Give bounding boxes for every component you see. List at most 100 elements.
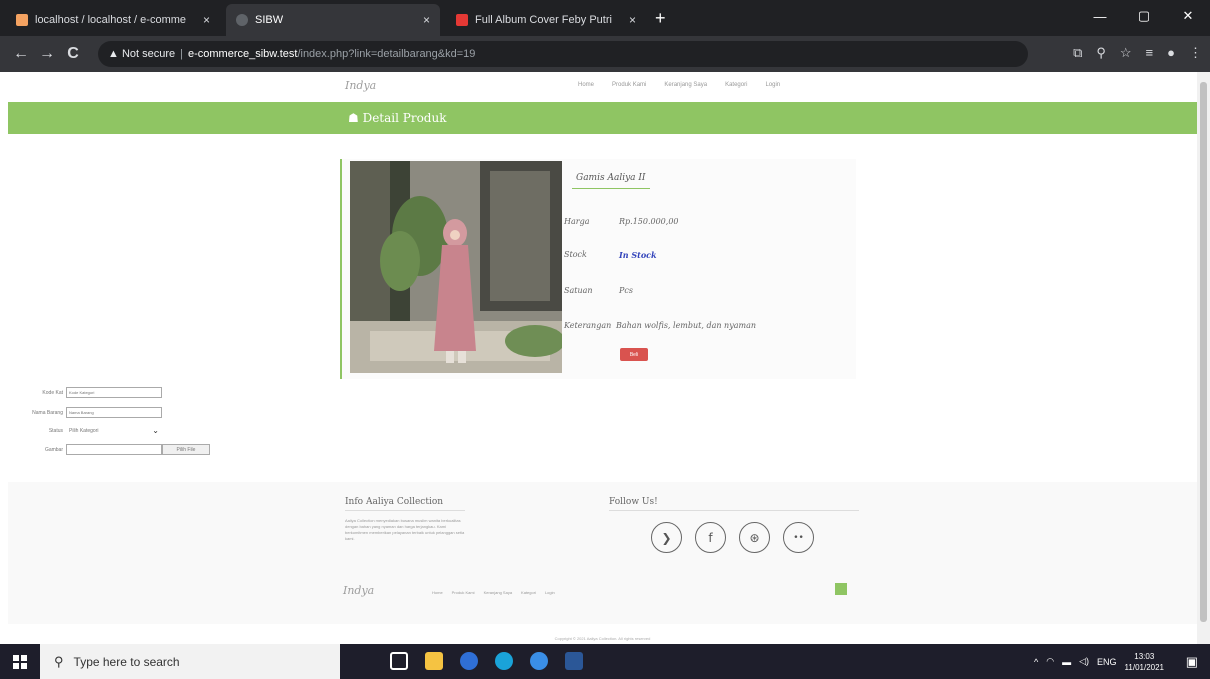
price-value: Rp.150.000,00 xyxy=(619,217,679,226)
reading-list-icon[interactable]: ≡ xyxy=(1146,45,1154,61)
close-tab-icon[interactable]: × xyxy=(423,13,430,27)
file-path-field[interactable] xyxy=(66,444,162,455)
minimize-button[interactable]: — xyxy=(1078,0,1122,32)
footer-about-text: Aaliya Collection menyediakan busana mus… xyxy=(345,518,465,541)
product-name: Gamis Aaliya II xyxy=(572,173,650,189)
bookmark-star-icon[interactable]: ☆ xyxy=(1120,45,1132,61)
taskbar-search[interactable]: ⚲ Type here to search xyxy=(40,644,340,679)
close-tab-icon[interactable]: × xyxy=(203,13,210,27)
notification-icon[interactable]: ▣ xyxy=(1186,654,1198,670)
field-label: Kode Kat xyxy=(42,390,63,396)
page-viewport: Indya Home Produk Kami Keranjang Saya Ka… xyxy=(0,72,1197,644)
twitter-icon[interactable]: ❯ xyxy=(651,522,682,553)
clock-time: 13:03 xyxy=(1134,651,1155,661)
price-label: Harga xyxy=(564,217,590,226)
word-icon[interactable] xyxy=(565,652,583,670)
translate-icon[interactable]: ⧉ xyxy=(1073,45,1082,61)
footer-link-category[interactable]: Kategori xyxy=(521,590,536,595)
edge-icon[interactable] xyxy=(495,652,513,670)
tray-chevron-icon[interactable]: ^ xyxy=(1034,657,1038,667)
browser-toolbar-icons: ⧉ ⚲ ☆ ≡ ● ⋮ xyxy=(1073,45,1202,61)
back-button[interactable]: ← xyxy=(8,45,34,63)
volume-icon[interactable]: ◁) xyxy=(1079,656,1089,667)
clock-date: 11/01/2021 xyxy=(1124,662,1164,672)
footer-logo[interactable]: Indya xyxy=(343,584,374,597)
stock-label: Stock xyxy=(564,250,587,259)
browser-tab-strip: localhost / localhost / e-comme × SIBW ×… xyxy=(0,0,1210,36)
network-icon[interactable]: ◠ xyxy=(1046,656,1054,667)
status-select-value: Pilih Kategori xyxy=(69,427,99,434)
status-select[interactable]: Pilih Kategori ⌄ xyxy=(66,425,162,436)
flickr-icon[interactable]: •• xyxy=(783,522,814,553)
zoom-icon[interactable]: ⚲ xyxy=(1096,45,1106,61)
menu-kebab-icon[interactable]: ⋮ xyxy=(1189,45,1202,61)
battery-icon[interactable]: ▬ xyxy=(1062,657,1071,667)
file-explorer-icon[interactable] xyxy=(425,652,443,670)
phpmyadmin-favicon-icon xyxy=(16,14,28,26)
not-secure-indicator[interactable]: ▲ Not secure xyxy=(108,48,175,60)
field-label: Gambar xyxy=(44,447,63,453)
reload-button[interactable]: C xyxy=(60,45,86,63)
windows-taskbar: ⚲ Type here to search ^ ◠ ▬ ◁) ENG 13:03… xyxy=(0,644,1210,679)
address-bar[interactable]: ▲ Not secure | e-commerce_sibw.test /ind… xyxy=(98,41,1028,67)
page-scrollbar[interactable] xyxy=(1197,72,1210,644)
tray-language[interactable]: ENG xyxy=(1097,657,1117,667)
footer-link-products[interactable]: Produk Kami xyxy=(452,590,475,595)
new-tab-button[interactable]: + xyxy=(655,8,666,29)
footer-link-login[interactable]: Login xyxy=(545,590,555,595)
footer-follow-title: Follow Us! xyxy=(609,497,658,507)
copyright-text: Copyright © 2021 Aaliya Collection. All … xyxy=(554,636,651,641)
product-image xyxy=(350,161,562,373)
browser-tab-phpmyadmin[interactable]: localhost / localhost / e-comme × xyxy=(6,4,220,36)
sibw-favicon-icon xyxy=(236,14,248,26)
description-value: Bahan wolfis, lembut, dan nyaman xyxy=(616,321,757,330)
facebook-icon[interactable]: f xyxy=(695,522,726,553)
site-logo[interactable]: Indya xyxy=(345,79,376,92)
choose-file-button[interactable]: Pilih File xyxy=(162,444,210,455)
chrome-taskbar-icon[interactable] xyxy=(460,652,478,670)
stock-value: In Stock xyxy=(619,250,657,260)
nav-item-cart[interactable]: Keranjang Saya xyxy=(664,82,707,88)
address-host: e-commerce_sibw.test xyxy=(188,48,298,60)
profile-avatar-icon[interactable]: ● xyxy=(1167,45,1175,61)
back-to-top-button[interactable] xyxy=(835,583,847,595)
browser-tab-youtube[interactable]: Full Album Cover Feby Putri × xyxy=(446,4,646,36)
browser-tab-sibw[interactable]: SIBW × xyxy=(226,4,440,36)
page-banner: ☗ Detail Produk xyxy=(8,102,1197,134)
footer-links: Home Produk Kami Keranjang Saya Kategori… xyxy=(432,590,555,595)
product-detail-card: Gamis Aaliya II Harga Rp.150.000,00 Stoc… xyxy=(340,159,856,379)
buy-button[interactable]: Beli xyxy=(620,348,648,361)
windows-logo-icon xyxy=(13,654,27,669)
footer-about-title: Info Aaliya Collection xyxy=(345,497,444,507)
window-controls: — ▢ ✕ xyxy=(1078,0,1210,32)
task-view-icon[interactable] xyxy=(390,652,408,670)
chevron-down-icon: ⌄ xyxy=(152,426,159,435)
address-separator: | xyxy=(180,48,183,60)
page-title: ☗ Detail Produk xyxy=(348,111,447,125)
site-footer: Info Aaliya Collection Aaliya Collection… xyxy=(8,482,1197,641)
nav-item-category[interactable]: Kategori xyxy=(725,82,747,88)
code-input[interactable] xyxy=(66,387,162,398)
maximize-button[interactable]: ▢ xyxy=(1122,0,1166,32)
footer-link-home[interactable]: Home xyxy=(432,590,443,595)
close-tab-icon[interactable]: × xyxy=(629,13,636,27)
footer-link-cart[interactable]: Keranjang Saya xyxy=(484,590,512,595)
nav-item-products[interactable]: Produk Kami xyxy=(612,82,646,88)
scrollbar-thumb[interactable] xyxy=(1200,82,1207,622)
close-window-button[interactable]: ✕ xyxy=(1166,0,1210,32)
taskbar-clock[interactable]: 13:03 11/01/2021 xyxy=(1125,651,1164,673)
pinterest-icon[interactable]: ⊛ xyxy=(739,522,770,553)
address-path: /index.php?link=detailbarang&kd=19 xyxy=(297,48,476,60)
unit-label: Satuan xyxy=(564,286,593,295)
nav-item-login[interactable]: Login xyxy=(765,82,780,88)
start-button[interactable] xyxy=(0,644,40,679)
youtube-favicon-icon xyxy=(456,14,468,26)
forward-button[interactable]: → xyxy=(34,45,60,63)
nav-item-home[interactable]: Home xyxy=(578,82,594,88)
divider xyxy=(345,510,465,511)
store-icon[interactable] xyxy=(530,652,548,670)
divider xyxy=(609,510,859,511)
name-input[interactable] xyxy=(66,407,162,418)
main-nav: Home Produk Kami Keranjang Saya Kategori… xyxy=(578,82,780,88)
taskbar-search-placeholder: Type here to search xyxy=(73,654,180,669)
